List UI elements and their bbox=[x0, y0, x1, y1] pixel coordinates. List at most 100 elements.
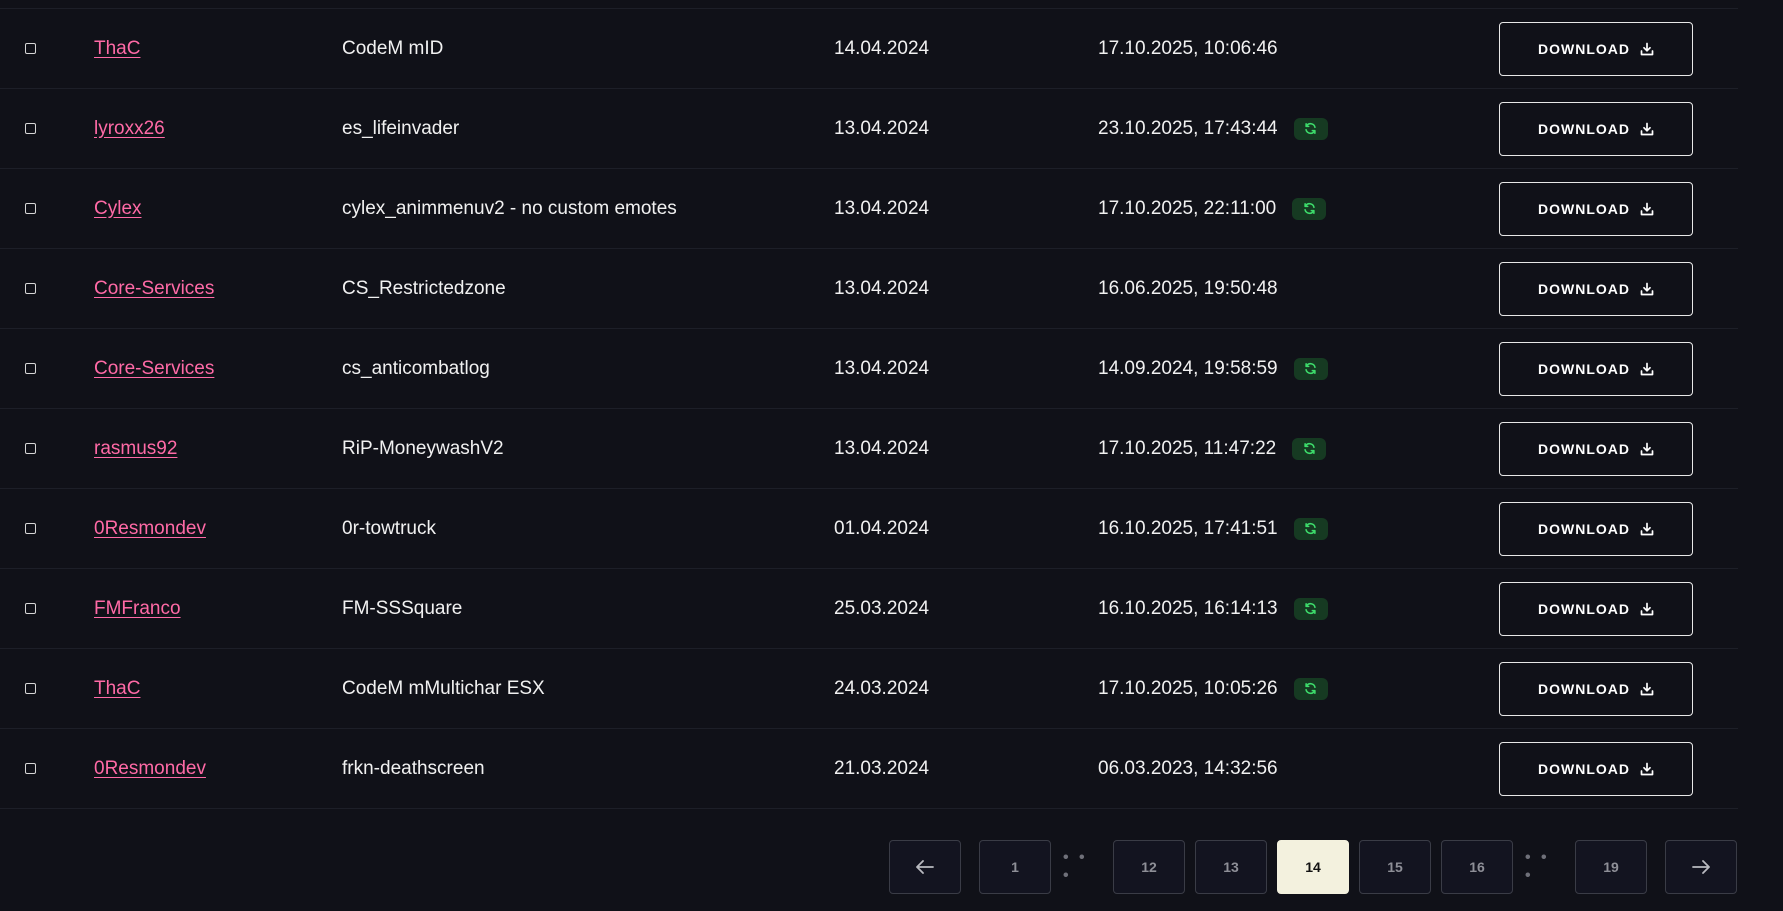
action-cell: DOWNLOAD bbox=[1499, 249, 1693, 328]
page-button-1[interactable]: 1 bbox=[979, 840, 1051, 894]
download-icon bbox=[1640, 282, 1654, 295]
table-row: Core-Services CS_Restrictedzone 13.04.2024… bbox=[0, 249, 1738, 329]
updated-timestamp: 17.10.2025, 10:05:26 bbox=[1098, 677, 1278, 699]
release-date: 21.03.2024 bbox=[834, 757, 930, 779]
row-select-checkbox[interactable] bbox=[25, 123, 36, 134]
sync-status-badge bbox=[1292, 437, 1327, 460]
author-link[interactable]: ThaC bbox=[94, 678, 140, 700]
download-button[interactable]: DOWNLOAD bbox=[1499, 101, 1693, 156]
updated-timestamp: 17.10.2025, 10:06:46 bbox=[1098, 37, 1278, 59]
author-link[interactable]: Core-Services bbox=[94, 278, 214, 300]
sync-status-badge bbox=[1293, 517, 1328, 540]
row-select-checkbox[interactable] bbox=[25, 443, 36, 454]
download-icon bbox=[1640, 522, 1654, 535]
release-date: 14.04.2024 bbox=[834, 37, 930, 59]
release-date: 13.04.2024 bbox=[834, 437, 930, 459]
row-select-checkbox[interactable] bbox=[25, 203, 36, 214]
download-icon bbox=[1640, 442, 1654, 455]
download-icon bbox=[1640, 762, 1654, 775]
download-label: DOWNLOAD bbox=[1538, 760, 1630, 777]
author-cell: ThaC bbox=[94, 649, 140, 728]
row-select-checkbox[interactable] bbox=[25, 763, 36, 774]
action-cell: DOWNLOAD bbox=[1499, 409, 1693, 488]
updated-cell: 17.10.2025, 22:11:00 bbox=[1098, 169, 1327, 248]
release-date: 13.04.2024 bbox=[834, 117, 930, 139]
download-icon bbox=[1640, 42, 1654, 55]
release-date: 13.04.2024 bbox=[834, 357, 930, 379]
download-icon bbox=[1640, 362, 1654, 375]
action-cell: DOWNLOAD bbox=[1499, 9, 1693, 88]
resource-name: FM-SSSquare bbox=[342, 597, 463, 619]
download-button[interactable]: DOWNLOAD bbox=[1499, 261, 1693, 316]
download-button[interactable]: DOWNLOAD bbox=[1499, 501, 1693, 556]
table-row: ThaC CodeM mID 14.04.2024 17.10.2025, 10:06… bbox=[0, 9, 1738, 89]
author-link[interactable]: 0Resmondev bbox=[94, 758, 206, 780]
row-select-cell bbox=[25, 729, 36, 808]
sync-status-badge bbox=[1293, 597, 1328, 620]
author-cell: lyroxx26 bbox=[94, 89, 165, 168]
page-button-14-current[interactable]: 14 bbox=[1277, 840, 1349, 894]
download-button[interactable]: DOWNLOAD bbox=[1499, 661, 1693, 716]
updated-timestamp: 06.03.2023, 14:32:56 bbox=[1098, 757, 1278, 779]
page: ThaC CodeM mID 14.04.2024 17.10.2025, 10:06… bbox=[0, 0, 1783, 911]
updated-timestamp: 16.06.2025, 19:50:48 bbox=[1098, 277, 1278, 299]
author-cell: FMFranco bbox=[94, 569, 181, 648]
table-row: 0Resmondev 0r-towtruck 01.04.2024 16.10.202… bbox=[0, 489, 1738, 569]
action-cell: DOWNLOAD bbox=[1499, 649, 1693, 728]
updated-cell: 16.10.2025, 17:41:51 bbox=[1098, 489, 1328, 568]
download-label: DOWNLOAD bbox=[1538, 120, 1630, 137]
download-button[interactable]: DOWNLOAD bbox=[1499, 341, 1693, 396]
author-link[interactable]: Cylex bbox=[94, 198, 142, 220]
author-link[interactable]: 0Resmondev bbox=[94, 518, 206, 540]
resource-name: cylex_animmenuv2 - no custom emotes bbox=[342, 197, 677, 219]
resource-name: frkn-deathscreen bbox=[342, 757, 485, 779]
row-select-checkbox[interactable] bbox=[25, 603, 36, 614]
download-label: DOWNLOAD bbox=[1538, 520, 1630, 537]
download-button[interactable]: DOWNLOAD bbox=[1499, 21, 1693, 76]
author-link[interactable]: rasmus92 bbox=[94, 438, 177, 460]
page-button-16[interactable]: 16 bbox=[1441, 840, 1513, 894]
updated-cell: 16.06.2025, 19:50:48 bbox=[1098, 249, 1278, 328]
previous-page-button[interactable] bbox=[889, 840, 961, 894]
release-date: 13.04.2024 bbox=[834, 277, 930, 299]
download-button[interactable]: DOWNLOAD bbox=[1499, 181, 1693, 236]
download-button[interactable]: DOWNLOAD bbox=[1499, 421, 1693, 476]
row-select-checkbox[interactable] bbox=[25, 523, 36, 534]
row-select-cell bbox=[25, 649, 36, 728]
row-select-cell bbox=[25, 169, 36, 248]
table-row: FMFranco FM-SSSquare 25.03.2024 16.10.2025,… bbox=[0, 569, 1738, 649]
sync-status-badge bbox=[1292, 197, 1327, 220]
row-select-checkbox[interactable] bbox=[25, 363, 36, 374]
page-button-13[interactable]: 13 bbox=[1195, 840, 1267, 894]
download-button[interactable]: DOWNLOAD bbox=[1499, 741, 1693, 796]
refresh-icon bbox=[1305, 122, 1316, 135]
release-date: 01.04.2024 bbox=[834, 517, 930, 539]
page-button-19[interactable]: 19 bbox=[1575, 840, 1647, 894]
author-link[interactable]: FMFranco bbox=[94, 598, 181, 620]
author-link[interactable]: lyroxx26 bbox=[94, 118, 165, 140]
author-cell: Core-Services bbox=[94, 329, 214, 408]
download-label: DOWNLOAD bbox=[1538, 280, 1630, 297]
table-row: lyroxx26 es_lifeinvader 13.04.2024 23.10.20… bbox=[0, 89, 1738, 169]
row-select-cell bbox=[25, 409, 36, 488]
next-page-button[interactable] bbox=[1665, 840, 1737, 894]
updated-cell: 17.10.2025, 11:47:22 bbox=[1098, 409, 1327, 488]
refresh-icon bbox=[1303, 202, 1315, 215]
resource-name: CodeM mID bbox=[342, 37, 444, 59]
download-label: DOWNLOAD bbox=[1538, 200, 1630, 217]
sync-status-badge bbox=[1293, 677, 1328, 700]
author-link[interactable]: ThaC bbox=[94, 38, 140, 60]
page-button-15[interactable]: 15 bbox=[1359, 840, 1431, 894]
download-button[interactable]: DOWNLOAD bbox=[1499, 581, 1693, 636]
row-select-checkbox[interactable] bbox=[25, 43, 36, 54]
release-date: 24.03.2024 bbox=[834, 677, 930, 699]
row-select-checkbox[interactable] bbox=[25, 283, 36, 294]
row-select-cell bbox=[25, 329, 36, 408]
row-select-checkbox[interactable] bbox=[25, 683, 36, 694]
author-link[interactable]: Core-Services bbox=[94, 358, 214, 380]
arrow-left-icon bbox=[916, 860, 934, 874]
page-button-12[interactable]: 12 bbox=[1113, 840, 1185, 894]
action-cell: DOWNLOAD bbox=[1499, 169, 1693, 248]
updated-timestamp: 17.10.2025, 11:47:22 bbox=[1098, 437, 1277, 459]
action-cell: DOWNLOAD bbox=[1499, 729, 1693, 808]
